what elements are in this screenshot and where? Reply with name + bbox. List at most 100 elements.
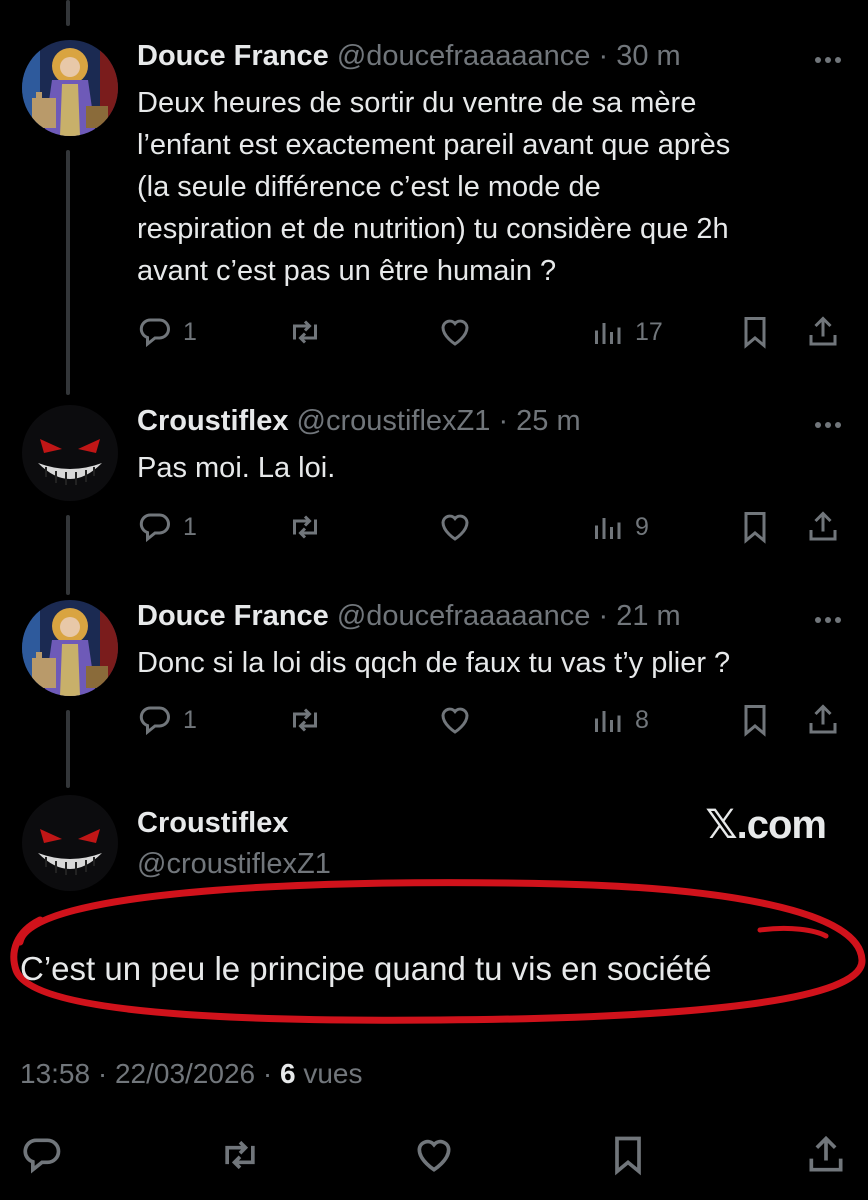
reply-count: 1 [183,512,197,541]
retweet-icon [225,1140,255,1170]
retweet-button[interactable] [287,700,323,740]
like-button[interactable] [437,700,473,740]
tweet-header: Douce France @doucefraaaaance · 21 m [137,600,681,633]
x-brand-watermark: 𝕏.com [705,803,827,847]
share-icon [809,1135,843,1172]
reply-count: 1 [183,317,197,346]
bookmark-icon [744,705,766,737]
reply-count: 1 [183,705,197,734]
author-handle[interactable]: @croustiflexZ1 [137,848,331,881]
tweet-time[interactable]: · 25 m [498,405,580,437]
like-button[interactable] [437,312,473,352]
main-action-bar [0,1130,868,1180]
reply-button[interactable]: 1 [137,312,197,352]
share-button[interactable] [804,1130,848,1180]
text-line: (la seule différence c’est le mode de [137,171,601,203]
share-button[interactable] [805,507,841,547]
text-line: avant c’est pas un être humain ? [137,255,557,287]
text-line: respiration et de nutrition) tu considèr… [137,213,729,245]
saint-stained-glass-avatar-icon [22,600,118,696]
retweet-button[interactable] [287,507,323,547]
views-button[interactable]: 8 [589,700,649,740]
bookmark-icon [744,317,766,349]
tweet-text: Donc si la loi dis qqch de faux tu vas t… [137,642,837,684]
reply-button[interactable] [20,1130,64,1180]
views-button[interactable]: 9 [589,507,649,547]
views-icon [595,323,621,344]
tweet-text: Pas moi. La loi. [137,447,837,489]
author-name[interactable]: Croustiflex [137,405,288,437]
tweet-time[interactable]: · 30 m [599,40,681,72]
text-line: Deux heures de sortir du ventre de sa mè… [137,87,697,119]
like-icon [441,707,469,734]
author-handle[interactable]: @doucefraaaaance [337,600,591,632]
thread-line [66,0,70,26]
tweet-header: Douce France @doucefraaaaance · 30 m [137,40,681,73]
bookmark-button[interactable] [737,700,773,740]
avatar[interactable] [22,40,118,136]
retweet-icon [293,515,317,539]
bookmark-button[interactable] [737,507,773,547]
views-icon [595,711,621,732]
tweet[interactable]: Douce France @doucefraaaaance · 30 m Deu… [0,40,868,380]
action-bar: 1 8 [137,700,847,740]
bookmark-icon [615,1136,641,1176]
retweet-button[interactable] [287,312,323,352]
reply-button[interactable]: 1 [137,507,197,547]
like-icon [417,1139,451,1172]
author-name[interactable]: Douce France [137,40,329,72]
like-button[interactable] [437,507,473,547]
retweet-button[interactable] [218,1130,262,1180]
more-icon[interactable] [810,42,846,72]
bookmark-button[interactable] [737,312,773,352]
tweet-text: Deux heures de sortir du ventre de sa mè… [137,82,837,292]
tweet-time[interactable]: · 21 m [599,600,681,632]
bookmark-button[interactable] [606,1130,650,1180]
avatar[interactable] [22,795,118,891]
more-icon[interactable] [810,407,846,437]
main-tweet-text: C’est un peu le principe quand tu vis en… [20,950,712,987]
tweet-header: Croustiflex @croustiflexZ1 · 25 m [137,405,581,438]
avatar[interactable] [22,405,118,501]
share-icon [809,511,837,541]
views-icon [595,518,621,539]
saint-stained-glass-avatar-icon [22,40,118,136]
retweet-icon [293,320,317,344]
reply-icon [23,1138,61,1174]
reply-icon [139,318,170,348]
views-button[interactable]: 17 [589,312,663,352]
views-label: vues [295,1058,363,1089]
reply-button[interactable]: 1 [137,700,197,740]
share-icon [809,704,837,734]
bookmark-icon [744,512,766,544]
tweet[interactable]: Croustiflex @croustiflexZ1 · 25 m Pas mo… [0,405,868,565]
share-button[interactable] [805,700,841,740]
views-count: 8 [635,705,649,734]
tweet-meta: 13:58 · 22/03/2026 · 6 vues [20,1058,363,1090]
like-button[interactable] [412,1130,456,1180]
author-name[interactable]: Douce France [137,600,329,632]
main-tweet-header: Croustiflex @croustiflexZ1 [137,807,331,881]
action-bar: 1 17 [137,312,847,352]
views-count: 6 [279,1058,296,1089]
text-line: Donc si la loi dis qqch de faux tu vas t… [137,647,731,679]
like-icon [441,319,469,346]
views-count: 17 [635,317,663,346]
views-count: 9 [635,512,649,541]
reply-icon [139,513,170,543]
avatar[interactable] [22,600,118,696]
author-handle[interactable]: @croustiflexZ1 [297,405,491,437]
share-button[interactable] [805,312,841,352]
action-bar: 1 9 [137,507,847,547]
more-icon[interactable] [810,602,846,632]
gengar-grin-avatar-icon [22,795,118,891]
tweet-timestamp[interactable]: 13:58 · 22/03/2026 · [20,1058,280,1089]
reply-icon [139,706,170,736]
like-icon [441,514,469,541]
author-name[interactable]: Croustiflex [137,807,331,840]
text-line: l’enfant est exactement pareil avant que… [137,129,731,161]
gengar-grin-avatar-icon [22,405,118,501]
share-icon [809,316,837,346]
tweet[interactable]: Douce France @doucefraaaaance · 21 m Don… [0,600,868,750]
author-handle[interactable]: @doucefraaaaance [337,40,591,72]
